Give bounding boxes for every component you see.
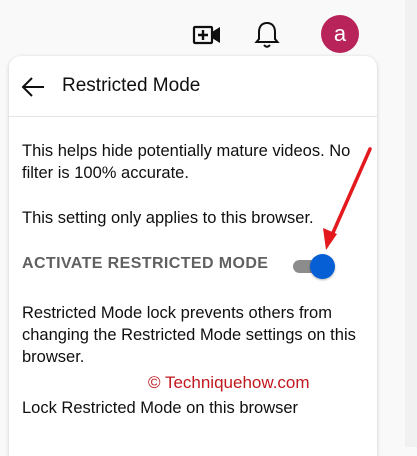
- panel-title: Restricted Mode: [62, 75, 201, 96]
- restricted-mode-toggle[interactable]: [290, 254, 336, 279]
- activate-restricted-mode-label: ACTIVATE RESTRICTED MODE: [22, 255, 269, 272]
- lock-restricted-mode-label[interactable]: Lock Restricted Mode on this browser: [22, 397, 367, 419]
- lock-description-text: Restricted Mode lock prevents others fro…: [22, 304, 356, 366]
- browser-note-text: This setting only applies to this browse…: [22, 209, 314, 227]
- restricted-mode-panel: Restricted Mode This helps hide potentia…: [9, 56, 377, 456]
- panel-header: Restricted Mode: [9, 56, 377, 117]
- toggle-knob: [310, 254, 335, 279]
- arrow-left-icon[interactable]: [20, 74, 46, 100]
- watermark: © Techniquehow.com: [148, 373, 310, 392]
- avatar[interactable]: a: [321, 15, 359, 53]
- video-camera-plus-icon[interactable]: [189, 17, 225, 53]
- bell-icon[interactable]: [249, 17, 285, 53]
- scrollbar-edge[interactable]: [405, 0, 417, 447]
- top-bar: a: [0, 0, 417, 62]
- description-text: This helps hide potentially mature video…: [22, 142, 351, 182]
